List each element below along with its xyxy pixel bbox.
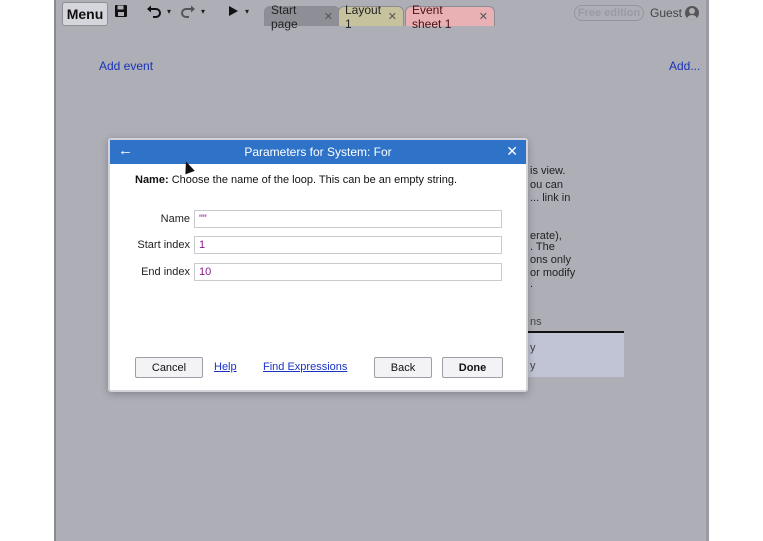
name-input[interactable] bbox=[194, 210, 502, 228]
tab-label: Event sheet 1 bbox=[412, 2, 452, 31]
name-label: Name bbox=[160, 213, 190, 225]
tab-start-page[interactable]: Start page ✕ bbox=[264, 3, 340, 31]
end-index-input[interactable] bbox=[194, 263, 502, 281]
parameter-description: Name: Choose the name of the loop. This … bbox=[135, 174, 457, 186]
back-button[interactable]: Back bbox=[374, 357, 432, 378]
user-icon[interactable] bbox=[685, 6, 699, 20]
edition-badge[interactable]: Free edition bbox=[574, 5, 644, 21]
panel-row[interactable]: y bbox=[530, 342, 536, 354]
description-text: Choose the name of the loop. This can be… bbox=[171, 174, 458, 186]
hint-text-line: . bbox=[530, 278, 534, 290]
tab-close-icon[interactable]: ✕ bbox=[388, 10, 397, 23]
tab-layout-1[interactable]: Layout 1 ✕ bbox=[338, 3, 404, 31]
play-icon[interactable] bbox=[227, 4, 239, 23]
play-dropdown-icon[interactable]: ▾ bbox=[245, 7, 249, 16]
hint-text-line: ons only bbox=[530, 254, 571, 266]
panel-header: ns bbox=[530, 316, 542, 328]
start-index-label: Start index bbox=[137, 239, 190, 251]
window-edge-right bbox=[706, 0, 709, 541]
hint-text-line: . The bbox=[530, 241, 555, 253]
find-expressions-link[interactable]: Find Expressions bbox=[263, 361, 347, 373]
menu-button[interactable]: Menu bbox=[62, 2, 108, 26]
panel-row[interactable]: y bbox=[530, 360, 536, 372]
tab-label: Layout 1 bbox=[345, 2, 382, 31]
save-icon[interactable] bbox=[114, 4, 128, 23]
cancel-button[interactable]: Cancel bbox=[135, 357, 203, 378]
end-index-label: End index bbox=[141, 266, 190, 278]
hint-text-line: or modify bbox=[530, 267, 576, 279]
add-event-link[interactable]: Add event bbox=[99, 59, 153, 73]
undo-dropdown-icon[interactable]: ▾ bbox=[167, 7, 171, 16]
dialog-header: ← Parameters for System: For ✕ bbox=[110, 140, 526, 164]
tab-label: Start page bbox=[271, 2, 298, 31]
add-link[interactable]: Add... bbox=[669, 59, 700, 73]
hint-text-line: is view. bbox=[530, 165, 566, 177]
tab-event-sheet-1[interactable]: Event sheet 1 ✕ bbox=[405, 3, 495, 31]
toolbar: Menu ▾ ▾ ▾ Start page ✕ Layout 1 ✕ Event s… bbox=[56, 0, 706, 31]
help-link[interactable]: Help bbox=[214, 361, 237, 373]
hint-text-line: ou can bbox=[530, 179, 564, 191]
back-arrow-icon[interactable]: ← bbox=[118, 142, 133, 160]
dialog-title: Parameters for System: For bbox=[244, 145, 392, 159]
hint-text-line: ... link in bbox=[530, 192, 571, 204]
start-index-input[interactable] bbox=[194, 236, 502, 254]
parameters-dialog: ← Parameters for System: For ✕ Name: Cho… bbox=[108, 138, 528, 392]
tab-close-icon[interactable]: ✕ bbox=[479, 10, 488, 23]
undo-icon[interactable] bbox=[146, 4, 162, 23]
redo-dropdown-icon[interactable]: ▾ bbox=[201, 7, 205, 16]
redo-icon[interactable] bbox=[180, 4, 196, 23]
guest-label[interactable]: Guest bbox=[650, 6, 682, 20]
description-label: Name: bbox=[135, 174, 169, 186]
close-icon[interactable]: ✕ bbox=[506, 143, 518, 159]
done-button[interactable]: Done bbox=[442, 357, 503, 378]
tab-close-icon[interactable]: ✕ bbox=[324, 10, 333, 23]
